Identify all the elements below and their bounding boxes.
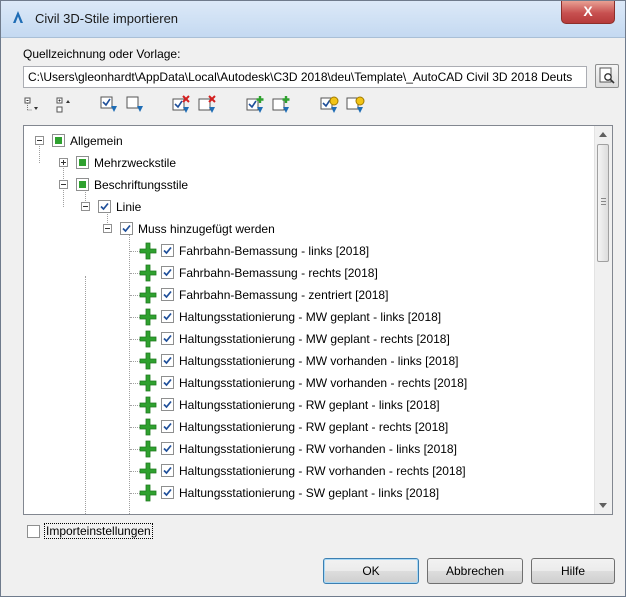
delete-deselect-icon[interactable] (197, 95, 217, 115)
browse-button[interactable] (595, 64, 619, 88)
style-item-checkbox[interactable] (161, 420, 174, 433)
cancel-button[interactable]: Abbrechen (427, 558, 523, 584)
tree-node-allgemein[interactable]: Allgemein (24, 130, 584, 152)
tree-node-linie[interactable]: Linie (24, 196, 584, 218)
tree-node-beschriftungsstile[interactable]: Beschriftungsstile (24, 174, 584, 196)
add-plus-icon (139, 440, 157, 458)
linie-label: Linie (116, 200, 142, 214)
add-select-icon[interactable] (245, 95, 265, 115)
style-item-label: Haltungsstationierung - MW geplant - rec… (179, 332, 450, 346)
styles-tree[interactable]: Allgemein Mehrzweckstile Beschriftungsst… (23, 125, 613, 515)
browse-file-icon (599, 67, 615, 84)
style-item-label: Haltungsstationierung - SW geplant - lin… (179, 486, 440, 500)
style-item-label: Fahrbahn-Bemassung - zentriert [2018] (179, 288, 389, 302)
tree-style-item[interactable]: Haltungsstationierung - MW vorhanden - r… (24, 372, 584, 394)
style-item-checkbox[interactable] (161, 376, 174, 389)
add-plus-icon (139, 396, 157, 414)
collapse-toggle-icon[interactable] (59, 180, 68, 189)
select-all-icon[interactable] (99, 95, 119, 115)
style-item-label: Haltungsstationierung - RW geplant - lin… (179, 398, 440, 412)
tree-style-item[interactable]: Haltungsstationierung - SW geplant - lin… (24, 482, 584, 504)
add-plus-icon (139, 418, 157, 436)
add-plus-icon (139, 264, 157, 282)
update-deselect-icon[interactable] (345, 95, 365, 115)
muss-hinzugefuegt-checkbox[interactable] (120, 222, 133, 235)
add-plus-icon (139, 286, 157, 304)
muss-hinzugefuegt-label: Muss hinzugefügt werden (138, 222, 275, 236)
ok-button[interactable]: OK (323, 558, 419, 584)
style-item-label: Haltungsstationierung - RW geplant - rec… (179, 420, 449, 434)
collapse-toggle-icon[interactable] (81, 202, 90, 211)
window-title: Civil 3D-Stile importieren (35, 11, 179, 26)
style-item-checkbox[interactable] (161, 442, 174, 455)
expand-toggle-icon[interactable] (59, 158, 68, 167)
style-item-checkbox[interactable] (161, 354, 174, 367)
title-bar: Civil 3D-Stile importieren X (1, 1, 625, 38)
add-plus-icon (139, 374, 157, 392)
style-item-label: Haltungsstationierung - RW vorhanden - l… (179, 442, 457, 456)
scroll-thumb[interactable] (597, 144, 609, 262)
tree-scrollbar[interactable] (594, 126, 612, 514)
tree-style-item[interactable]: Fahrbahn-Bemassung - rechts [2018] (24, 262, 584, 284)
tree-style-item[interactable]: Haltungsstationierung - RW vorhanden - r… (24, 460, 584, 482)
tree-content: Allgemein Mehrzweckstile Beschriftungsst… (24, 126, 596, 514)
style-item-checkbox[interactable] (161, 398, 174, 411)
expand-all-icon[interactable] (55, 95, 75, 115)
tree-style-item[interactable]: Fahrbahn-Bemassung - links [2018] (24, 240, 584, 262)
collapse-toggle-icon[interactable] (103, 224, 112, 233)
style-item-checkbox[interactable] (161, 464, 174, 477)
add-plus-icon (139, 308, 157, 326)
update-select-icon[interactable] (319, 95, 339, 115)
allgemein-label: Allgemein (70, 134, 123, 148)
style-item-label: Haltungsstationierung - MW geplant - lin… (179, 310, 442, 324)
tree-node-muss-hinzugefuegt[interactable]: Muss hinzugefügt werden (24, 218, 584, 240)
add-plus-icon (139, 484, 157, 502)
add-plus-icon (139, 330, 157, 348)
scroll-down-icon[interactable] (599, 503, 607, 508)
add-plus-icon (139, 352, 157, 370)
style-item-checkbox[interactable] (161, 288, 174, 301)
add-plus-icon (139, 462, 157, 480)
close-button[interactable]: X (561, 1, 615, 24)
collapse-all-icon[interactable] (23, 95, 43, 115)
source-label: Quellzeichnung oder Vorlage: (23, 47, 181, 61)
style-item-checkbox[interactable] (161, 310, 174, 323)
tree-style-item[interactable]: Haltungsstationierung - MW vorhanden - l… (24, 350, 584, 372)
import-settings-label[interactable]: Importeinstellungen (44, 523, 153, 539)
style-item-label: Fahrbahn-Bemassung - rechts [2018] (179, 266, 378, 280)
toolbar (23, 93, 423, 119)
style-item-checkbox[interactable] (161, 486, 174, 499)
tree-style-item[interactable]: Fahrbahn-Bemassung - zentriert [2018] (24, 284, 584, 306)
style-item-label: Fahrbahn-Bemassung - links [2018] (179, 244, 370, 258)
allgemein-checkbox[interactable] (52, 134, 65, 147)
beschriftungsstile-checkbox[interactable] (76, 178, 89, 191)
style-item-checkbox[interactable] (161, 332, 174, 345)
add-plus-icon (139, 242, 157, 260)
tree-style-item[interactable]: Haltungsstationierung - RW geplant - lin… (24, 394, 584, 416)
tree-node-mehrzweckstile[interactable]: Mehrzweckstile (24, 152, 584, 174)
style-item-label: Haltungsstationierung - RW vorhanden - r… (179, 464, 466, 478)
scroll-up-icon[interactable] (599, 132, 607, 137)
style-item-label: Haltungsstationierung - MW vorhanden - l… (179, 354, 459, 368)
style-item-checkbox[interactable] (161, 244, 174, 257)
tree-style-item[interactable]: Haltungsstationierung - MW geplant - rec… (24, 328, 584, 350)
deselect-all-icon[interactable] (125, 95, 145, 115)
linie-checkbox[interactable] (98, 200, 111, 213)
style-item-label: Haltungsstationierung - MW vorhanden - r… (179, 376, 468, 390)
add-deselect-icon[interactable] (271, 95, 291, 115)
import-settings-checkbox[interactable] (27, 525, 40, 538)
beschriftungsstile-label: Beschriftungsstile (94, 178, 189, 192)
mehrzweckstile-label: Mehrzweckstile (94, 156, 177, 170)
collapse-toggle-icon[interactable] (35, 136, 44, 145)
mehrzweckstile-checkbox[interactable] (76, 156, 89, 169)
civil3d-logo-icon (13, 11, 23, 23)
help-button[interactable]: Hilfe (531, 558, 615, 584)
tree-style-item[interactable]: Haltungsstationierung - RW vorhanden - l… (24, 438, 584, 460)
tree-style-item[interactable]: Haltungsstationierung - RW geplant - rec… (24, 416, 584, 438)
tree-style-item[interactable]: Haltungsstationierung - MW geplant - lin… (24, 306, 584, 328)
delete-select-icon[interactable] (171, 95, 191, 115)
source-path-field[interactable]: C:\Users\gleonhardt\AppData\Local\Autode… (23, 66, 587, 88)
dialog-window: Civil 3D-Stile importieren X Quellzeichn… (0, 0, 626, 597)
style-item-checkbox[interactable] (161, 266, 174, 279)
